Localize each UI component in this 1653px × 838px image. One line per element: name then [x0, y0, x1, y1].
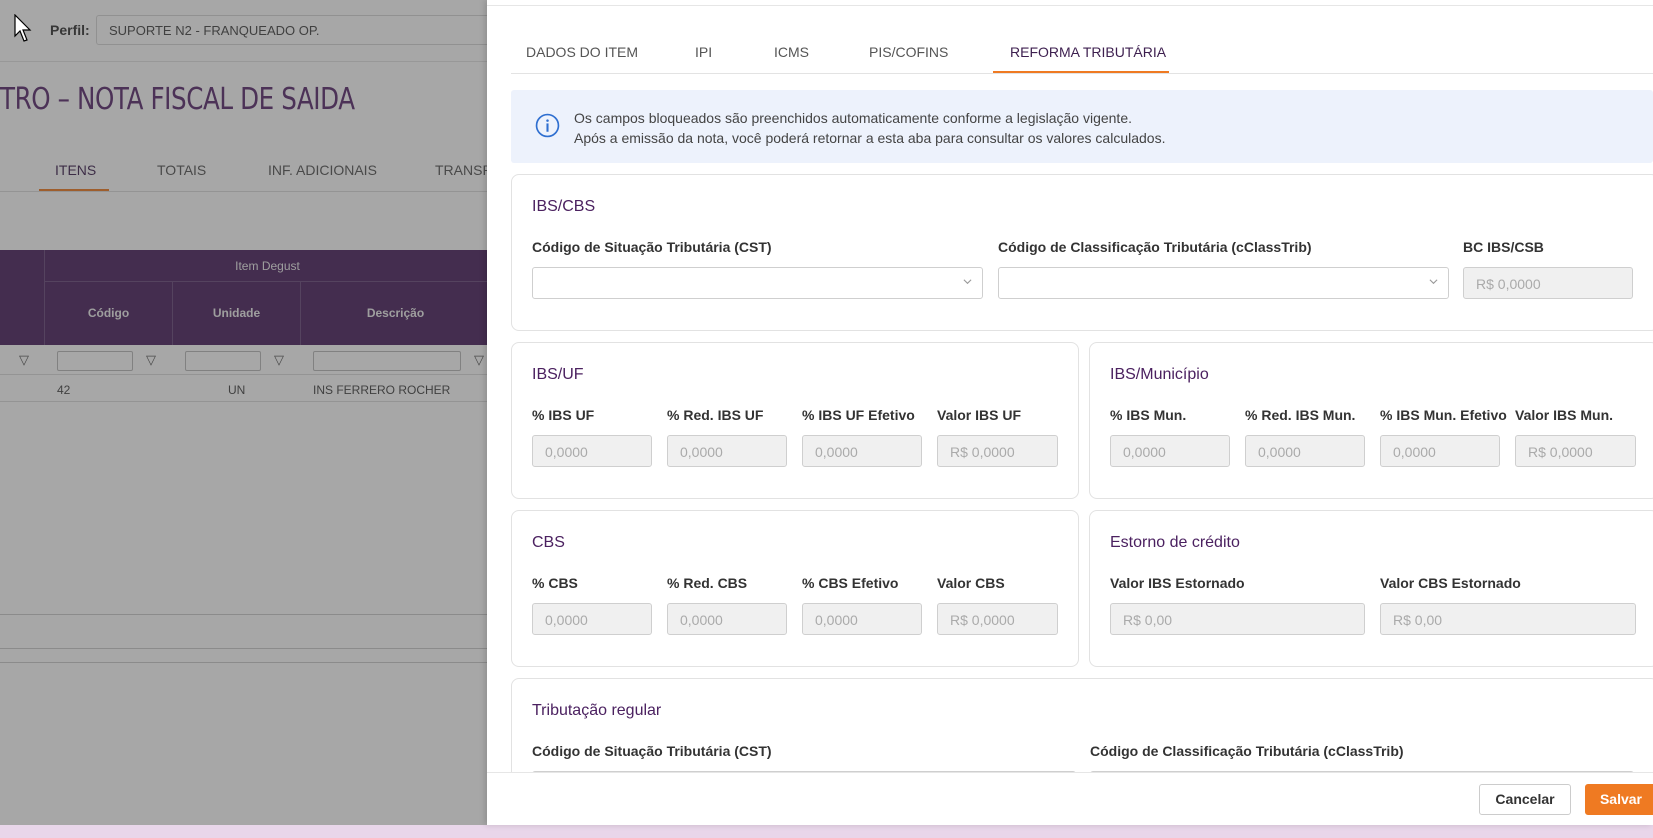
valor-ibs-estornado-label: Valor IBS Estornado	[1110, 575, 1245, 591]
divider	[487, 5, 1653, 6]
cst-label: Código de Situação Tributária (CST)	[532, 239, 772, 255]
ibs-mun-red-field: 0,0000	[1245, 435, 1365, 467]
estorno-credito-card: Estorno de crédito Valor IBS Estornado R…	[1089, 510, 1653, 667]
regular-cst-label: Código de Situação Tributária (CST)	[532, 743, 772, 759]
ibs-uf-card: IBS/UF % IBS UF 0,0000 % Red. IBS UF 0,0…	[511, 342, 1079, 499]
section-title: IBS/CBS	[532, 198, 596, 215]
ibs-cbs-card: IBS/CBS Código de Situação Tributária (C…	[511, 174, 1653, 331]
valor-ibs-estornado-field: R$ 0,00	[1110, 603, 1365, 635]
regular-cclasstrib-label: Código de Classificação Tributária (cCla…	[1090, 743, 1404, 759]
ibs-mun-valor-field: R$ 0,0000	[1515, 435, 1636, 467]
tab-reforma-tributaria[interactable]: REFORMA TRIBUTÁRIA	[1010, 44, 1166, 60]
cbs-efetivo-label: % CBS Efetivo	[802, 575, 899, 591]
valor-cbs-estornado-label: Valor CBS Estornado	[1380, 575, 1521, 591]
ibs-mun-efetivo-label: % IBS Mun. Efetivo	[1380, 407, 1507, 423]
ibs-mun-percent-field: 0,0000	[1110, 435, 1230, 467]
active-tab-indicator	[993, 71, 1169, 73]
footer-divider	[487, 772, 1653, 773]
cclasstrib-select[interactable]	[998, 267, 1449, 299]
tab-ipi[interactable]: IPI	[695, 44, 712, 60]
cbs-valor-field: R$ 0,0000	[937, 603, 1058, 635]
ibs-uf-efetivo-label: % IBS UF Efetivo	[802, 407, 915, 423]
scroll-clip: Tributação regular Código de Situação Tr…	[487, 678, 1653, 772]
item-tabs: DADOS DO ITEM IPI ICMS PIS/COFINS REFORM…	[511, 35, 1653, 74]
ibs-municipio-card: IBS/Município % IBS Mun. 0,0000 % Red. I…	[1089, 342, 1653, 499]
section-title: Tributação regular	[532, 702, 662, 719]
info-text-line-1: Os campos bloqueados são preenchidos aut…	[574, 110, 1132, 126]
ibs-mun-valor-label: Valor IBS Mun.	[1515, 407, 1614, 423]
cbs-card: CBS % CBS 0,0000 % Red. CBS 0,0000 % CBS…	[511, 510, 1079, 667]
tab-pis-cofins[interactable]: PIS/COFINS	[869, 44, 948, 60]
info-text-line-2: Após a emissão da nota, você poderá reto…	[574, 130, 1166, 146]
info-icon	[535, 113, 560, 138]
ibs-uf-efetivo-field: 0,0000	[802, 435, 922, 467]
cbs-percent-field: 0,0000	[532, 603, 652, 635]
chevron-down-icon	[1429, 279, 1438, 285]
section-title: Estorno de crédito	[1110, 534, 1240, 551]
mouse-cursor-icon	[14, 14, 32, 42]
info-banner: Os campos bloqueados são preenchidos aut…	[511, 90, 1653, 163]
chevron-down-icon	[963, 279, 972, 285]
cbs-efetivo-field: 0,0000	[802, 603, 922, 635]
taskbar	[0, 825, 1653, 838]
ibs-mun-percent-label: % IBS Mun.	[1110, 407, 1187, 423]
ibs-uf-red-label: % Red. IBS UF	[667, 407, 764, 423]
tab-icms[interactable]: ICMS	[774, 44, 809, 60]
cclasstrib-label: Código de Classificação Tributária (cCla…	[998, 239, 1312, 255]
section-title: CBS	[532, 534, 565, 551]
cbs-valor-label: Valor CBS	[937, 575, 1005, 591]
ibs-mun-efetivo-field: 0,0000	[1380, 435, 1500, 467]
bc-ibs-csb-field: R$ 0,0000	[1463, 267, 1633, 299]
ibs-uf-percent-label: % IBS UF	[532, 407, 595, 423]
ibs-uf-red-field: 0,0000	[667, 435, 787, 467]
ibs-uf-percent-field: 0,0000	[532, 435, 652, 467]
item-drawer: DADOS DO ITEM IPI ICMS PIS/COFINS REFORM…	[487, 0, 1653, 825]
cst-select[interactable]	[532, 267, 983, 299]
section-title: IBS/UF	[532, 366, 584, 383]
ibs-mun-red-label: % Red. IBS Mun.	[1245, 407, 1356, 423]
tab-dados-do-item[interactable]: DADOS DO ITEM	[526, 44, 638, 60]
bc-ibs-csb-label: BC IBS/CSB	[1463, 239, 1544, 255]
section-title: IBS/Município	[1110, 366, 1209, 383]
ibs-uf-valor-field: R$ 0,0000	[937, 435, 1058, 467]
ibs-uf-valor-label: Valor IBS UF	[937, 407, 1022, 423]
cbs-red-label: % Red. CBS	[667, 575, 748, 591]
save-button[interactable]: Salvar	[1585, 784, 1653, 815]
valor-cbs-estornado-field: R$ 0,00	[1380, 603, 1636, 635]
cancel-button[interactable]: Cancelar	[1479, 784, 1571, 815]
tributacao-regular-card: Tributação regular Código de Situação Tr…	[511, 678, 1653, 772]
cbs-percent-label: % CBS	[532, 575, 578, 591]
cbs-red-field: 0,0000	[667, 603, 787, 635]
